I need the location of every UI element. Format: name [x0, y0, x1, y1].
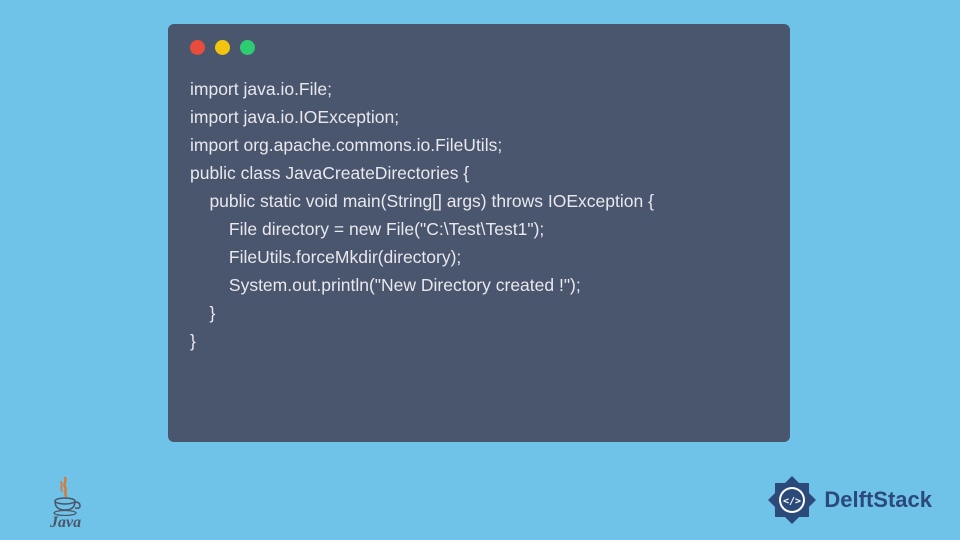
- code-line: }: [190, 327, 768, 355]
- close-icon: [190, 40, 205, 55]
- code-line: System.out.println("New Directory create…: [190, 271, 768, 299]
- code-window: import java.io.File; import java.io.IOEx…: [168, 24, 790, 442]
- code-line: public class JavaCreateDirectories {: [190, 159, 768, 187]
- delftstack-logo-text: DelftStack: [824, 487, 932, 513]
- window-controls: [190, 40, 768, 55]
- java-logo-text: Java: [50, 514, 81, 532]
- code-line: import java.io.File;: [190, 75, 768, 103]
- maximize-icon: [240, 40, 255, 55]
- code-line: FileUtils.forceMkdir(directory);: [190, 243, 768, 271]
- code-block: import java.io.File; import java.io.IOEx…: [190, 75, 768, 355]
- delftstack-badge-icon: </>: [766, 474, 818, 526]
- minimize-icon: [215, 40, 230, 55]
- code-line: }: [190, 299, 768, 327]
- code-line: File directory = new File("C:\Test\Test1…: [190, 215, 768, 243]
- code-line: import java.io.IOException;: [190, 103, 768, 131]
- code-line: import org.apache.commons.io.FileUtils;: [190, 131, 768, 159]
- delftstack-logo: </> DelftStack: [766, 474, 932, 526]
- java-cup-icon: [51, 476, 81, 516]
- svg-text:</>: </>: [783, 496, 801, 507]
- java-logo: Java: [50, 476, 81, 532]
- code-line: public static void main(String[] args) t…: [190, 187, 768, 215]
